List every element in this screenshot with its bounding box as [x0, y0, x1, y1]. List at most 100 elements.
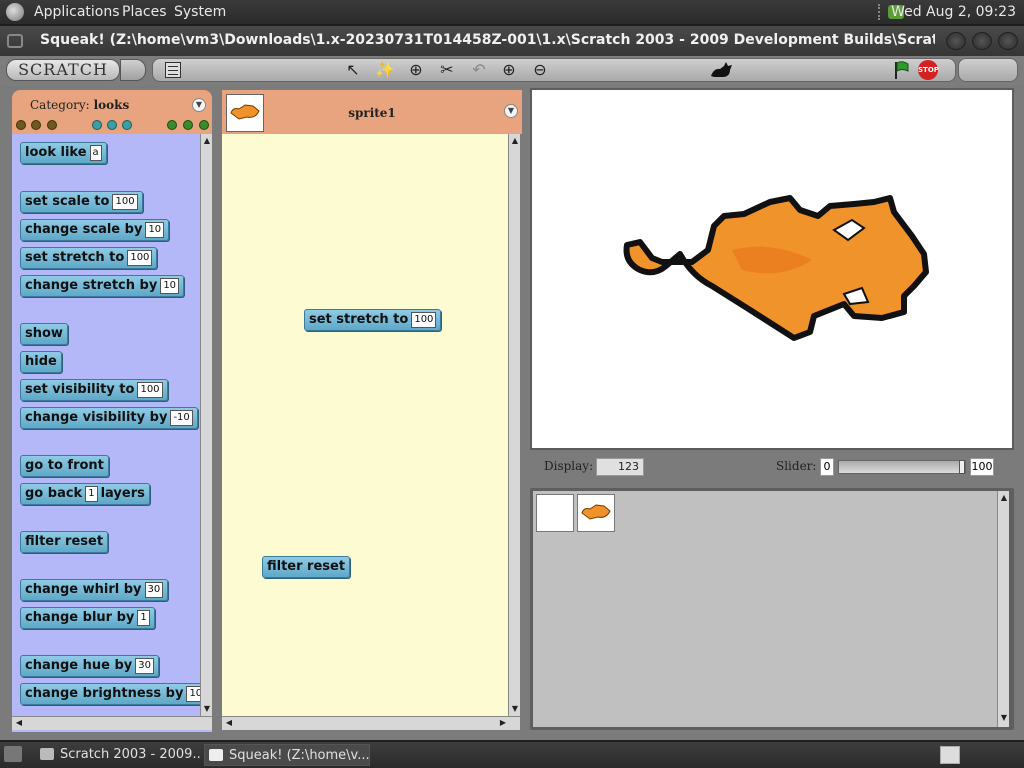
- arrow-icon[interactable]: ↖: [343, 60, 363, 80]
- category-dot-control[interactable]: [107, 120, 117, 130]
- palette-horizontal-scrollbar[interactable]: ◀: [12, 716, 212, 730]
- block-label: set visibility to: [25, 382, 135, 397]
- block-arg[interactable]: 10: [145, 222, 165, 238]
- block-arg[interactable]: 100: [127, 250, 153, 266]
- scripts-horizontal-scrollbar[interactable]: ◀ ▶: [222, 716, 520, 730]
- scroll-up-icon[interactable]: ▲: [999, 493, 1009, 503]
- undo-icon[interactable]: ↶: [469, 60, 489, 80]
- minimize-button[interactable]: [946, 32, 966, 50]
- block-arg[interactable]: 1: [137, 610, 150, 626]
- block-arg[interactable]: 100: [137, 382, 163, 398]
- logo-tail: [120, 59, 146, 81]
- menu-places[interactable]: Places: [122, 4, 167, 20]
- gnome-foot-icon[interactable]: [6, 3, 24, 21]
- block-set-stretch-to[interactable]: set stretch to 100: [20, 247, 158, 269]
- close-button[interactable]: [998, 32, 1018, 50]
- workspace-switcher-icon[interactable]: [940, 746, 960, 764]
- category-dot-variables[interactable]: [183, 120, 193, 130]
- green-flag-icon[interactable]: [892, 60, 912, 80]
- category-dot-motion[interactable]: [16, 120, 26, 130]
- scissors-icon[interactable]: ✂: [437, 60, 457, 80]
- menu-strip: [152, 58, 956, 82]
- category-dot-sound[interactable]: [47, 120, 57, 130]
- block-go-to-front[interactable]: go to front: [20, 455, 109, 477]
- zoom-in-icon[interactable]: ⊕: [499, 60, 519, 80]
- block-arg[interactable]: 30: [135, 658, 155, 674]
- category-dot-other[interactable]: [199, 120, 209, 130]
- block-change-blur-by[interactable]: change blur by 1: [20, 607, 155, 629]
- block-set-scale-to[interactable]: set scale to 100: [20, 191, 143, 213]
- block-label: set stretch to: [25, 250, 125, 265]
- category-dropdown-icon[interactable]: ▼: [192, 98, 206, 112]
- cat-icon[interactable]: [708, 60, 734, 80]
- block-change-brightness-by[interactable]: change brightness by 10: [20, 683, 211, 705]
- stage-thumbnail[interactable]: [536, 494, 574, 532]
- category-dot-pen[interactable]: [92, 120, 102, 130]
- block-hide[interactable]: hide: [20, 351, 62, 373]
- block-arg[interactable]: 100: [112, 194, 138, 210]
- block-suffix: layers: [100, 486, 145, 501]
- block-label: show: [25, 326, 63, 341]
- slider-max[interactable]: 100: [970, 458, 994, 476]
- scroll-left-icon[interactable]: ◀: [14, 718, 24, 728]
- slider-thumb[interactable]: [959, 460, 965, 474]
- block-arg[interactable]: 30: [144, 582, 164, 598]
- block-look-like[interactable]: look like a: [20, 142, 107, 164]
- script-block-set-stretch-to[interactable]: set stretch to 100: [304, 309, 442, 331]
- sprite-cat-image[interactable]: [532, 90, 1012, 448]
- block-label: filter reset: [267, 559, 346, 574]
- block-set-visibility-to[interactable]: set visibility to 100: [20, 379, 168, 401]
- stop-button[interactable]: STOP: [918, 60, 939, 80]
- wand-icon[interactable]: ✨: [375, 60, 395, 80]
- category-dot-sensing[interactable]: [122, 120, 132, 130]
- zoom-out-icon[interactable]: ⊖: [530, 60, 550, 80]
- scroll-down-icon[interactable]: ▼: [999, 713, 1009, 723]
- sprite1-thumbnail[interactable]: [577, 494, 615, 532]
- sprite-name[interactable]: sprite1: [222, 106, 522, 120]
- scroll-right-icon[interactable]: ▶: [498, 718, 508, 728]
- window-menu-icon[interactable]: [7, 34, 23, 48]
- scripts-area[interactable]: set stretch to 100 filter reset: [222, 134, 508, 718]
- scroll-down-icon[interactable]: ▼: [202, 704, 212, 714]
- maximize-button[interactable]: [972, 32, 992, 50]
- scroll-up-icon[interactable]: ▲: [510, 136, 520, 146]
- palette-vertical-scrollbar[interactable]: ▲ ▼: [200, 134, 212, 718]
- block-arg[interactable]: 100: [411, 312, 437, 328]
- scroll-up-icon[interactable]: ▲: [202, 136, 212, 146]
- block-change-visibility-by[interactable]: change visibility by -10: [20, 407, 198, 429]
- slider-track[interactable]: [838, 460, 966, 474]
- library-vertical-scrollbar[interactable]: ▲ ▼: [997, 491, 1009, 727]
- script-block-filter-reset[interactable]: filter reset: [262, 556, 351, 578]
- block-filter-reset[interactable]: filter reset: [20, 531, 109, 553]
- block-change-hue-by[interactable]: change hue by 30: [20, 655, 160, 677]
- stamp-icon[interactable]: ⊕: [406, 60, 426, 80]
- menu-list-icon[interactable]: [165, 62, 181, 78]
- category-dot-numbers[interactable]: [167, 120, 177, 130]
- scripts-vertical-scrollbar[interactable]: ▲ ▼: [508, 134, 520, 718]
- menu-system[interactable]: System: [174, 4, 226, 20]
- block-arg[interactable]: 1: [85, 486, 98, 502]
- block-show[interactable]: show: [20, 323, 68, 345]
- category-dot-looks[interactable]: [31, 120, 41, 130]
- block-label: change stretch by: [25, 278, 158, 293]
- window-titlebar[interactable]: Squeak! (Z:\home\vm3\Downloads\1.x-20230…: [0, 26, 1024, 56]
- block-change-whirl-by[interactable]: change whirl by 30: [20, 579, 169, 601]
- block-change-stretch-by[interactable]: change stretch by 10: [20, 275, 185, 297]
- block-arg[interactable]: 10: [160, 278, 180, 294]
- clock[interactable]: Wed Aug 2, 09:23: [891, 4, 1016, 20]
- slider-min[interactable]: 0: [820, 458, 834, 476]
- task-squeak[interactable]: Squeak! (Z:\home\v...: [204, 744, 370, 766]
- scroll-down-icon[interactable]: ▼: [510, 704, 520, 714]
- block-change-scale-by[interactable]: change scale by 10: [20, 219, 170, 241]
- menu-applications[interactable]: Applications: [34, 4, 120, 20]
- scroll-left-icon[interactable]: ◀: [224, 718, 234, 728]
- block-arg[interactable]: a: [89, 145, 102, 161]
- task-scratch-folder[interactable]: Scratch 2003 - 2009...: [36, 744, 202, 766]
- block-go-back-layers[interactable]: go back 1 layers: [20, 483, 150, 505]
- show-desktop-icon[interactable]: [4, 746, 22, 762]
- block-label: set stretch to: [309, 312, 409, 327]
- task-label: Scratch 2003 - 2009...: [60, 747, 202, 762]
- block-arg[interactable]: -10: [170, 410, 193, 426]
- stage[interactable]: [530, 88, 1014, 450]
- sprite-dropdown-icon[interactable]: ▼: [504, 104, 518, 118]
